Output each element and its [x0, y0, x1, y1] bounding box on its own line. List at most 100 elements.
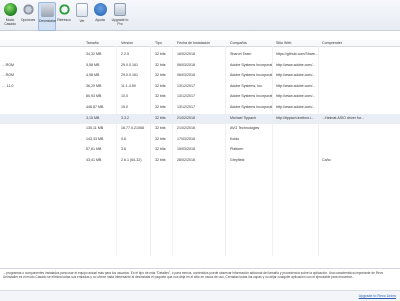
- cell-type: 32 bits: [155, 52, 166, 56]
- cell-size: 135,11 MB: [86, 126, 104, 131]
- table-row[interactable]: 135,11 MB 16.77.0.21068 32 bits 21/02/2018 A…: [0, 124, 400, 134]
- cell-version: 3.3.2: [121, 115, 129, 120]
- cell-type: 32 bits: [155, 136, 166, 141]
- cell-company: Greyfield: [230, 158, 245, 162]
- table-row[interactable]: …ROM 5,58 MB 29.0.0.161 32 bits 06/03/2018 Ad…: [0, 61, 400, 71]
- col-install-date[interactable]: Fecha de Instalación: [177, 41, 210, 45]
- upgrade-icon: [114, 3, 126, 16]
- upgrade-link[interactable]: Upgrade to Revo Unins: [359, 294, 396, 298]
- cell-date: 16/02/2018: [177, 52, 195, 56]
- cell-size: 446,87 MB: [86, 105, 104, 109]
- cell-size: 36,29 MB: [86, 83, 102, 88]
- cell-company: Adobe Systems Incorporate...: [230, 62, 272, 67]
- cell-version: 29.0.0.161: [121, 62, 138, 67]
- table-row[interactable]: … 11.0 36,29 MB 11.1.4.59 32 bits 13/12/2017…: [0, 82, 400, 92]
- cell-type: 32 bits: [155, 62, 166, 67]
- refresh-button[interactable]: Refresco: [56, 2, 72, 29]
- cell-type: 32 bits: [155, 83, 166, 88]
- view-button[interactable]: Ver: [74, 2, 90, 29]
- cell-date: 28/02/2018: [177, 158, 195, 162]
- cell-date: 21/02/2018: [177, 126, 195, 131]
- cell-company: Adobe Systems Incorporate...: [230, 73, 272, 78]
- cell-date: 13/12/2017: [177, 83, 195, 88]
- refresh-label: Refresco: [57, 18, 71, 22]
- col-type[interactable]: Tipo: [155, 41, 162, 45]
- cell-company: Platform: [230, 147, 244, 152]
- col-company[interactable]: Compañía: [230, 41, 247, 45]
- table-header: Tamaño Version Tipo Fecha de Instalación…: [0, 40, 400, 47]
- mode-casado-button[interactable]: Modo Casado: [2, 2, 18, 29]
- options-label: Opciones: [20, 18, 36, 22]
- cell-date: 17/03/2018: [177, 136, 195, 141]
- col-comment[interactable]: Comprender: [322, 41, 342, 45]
- table-row[interactable]: …ROM 4,98 MB 29.0.0.161 32 bits 06/03/2018 Ad…: [0, 71, 400, 81]
- cell-date: 13/12/2017: [177, 94, 195, 99]
- cell-type: 32 bits: [155, 94, 166, 99]
- uninstall-icon: [40, 4, 54, 17]
- col-version[interactable]: Version: [121, 41, 133, 45]
- mode-casado-label: Modo Casado: [4, 18, 16, 26]
- cell-website: http://www.adobe.com/...: [276, 83, 316, 88]
- cell-size: 143,33 MB: [86, 136, 104, 141]
- upgrade-label: Upgrade to Pro: [111, 18, 129, 26]
- cell-date: 13/12/2017: [177, 105, 195, 109]
- table-row[interactable]: 80,93 MB 10.0 32 bits 13/12/2017 Adobe Syste…: [0, 92, 400, 102]
- cell-website: http://www.adobe.com/...: [276, 105, 316, 109]
- help-button[interactable]: Ayuda: [92, 2, 108, 29]
- cell-date: 15/03/2018: [177, 147, 195, 152]
- cell-version: 2.6.1 (64-32): [121, 158, 142, 162]
- cell-version: 3.6: [121, 147, 126, 152]
- cell-type: 32 bits: [155, 115, 166, 120]
- cell-website: https://github.com/Share...: [276, 52, 318, 56]
- col-website[interactable]: Sitio Web: [276, 41, 291, 45]
- cell-website: http://www.adobe.com/...: [276, 94, 316, 99]
- cell-extra: ...Heimat.ASIO driver for...: [322, 115, 364, 120]
- cell-type: 32 bits: [155, 158, 166, 162]
- help-icon: [93, 3, 107, 16]
- cell-company: Adobe Systems Incorporate...: [230, 105, 272, 109]
- table-row[interactable]: 57,61 MB 3.6 32 bits 15/03/2018 Platform: [0, 145, 400, 155]
- table-row[interactable]: 34,32 MB 2.2.5 32 bits 16/02/2018 Sharon Tea…: [0, 50, 400, 60]
- cell-type: 32 bits: [155, 147, 166, 152]
- uninstall-label: Desinstalar: [39, 19, 56, 23]
- cell-size: 80,93 MB: [86, 94, 102, 99]
- cell-name: …ROM: [2, 73, 14, 78]
- help-label: Ayuda: [95, 18, 105, 22]
- cell-company: Michael Tippach: [230, 115, 256, 120]
- cell-company: Sharon Team: [230, 52, 252, 56]
- cell-website: http://tippach.inetbox.i...: [276, 115, 314, 120]
- cell-size: 3,15 MB: [86, 115, 100, 120]
- file-icon: [76, 3, 88, 17]
- col-size[interactable]: Tamaño: [86, 41, 99, 45]
- refresh-icon: [57, 3, 71, 16]
- cell-date: 21/02/2018: [177, 115, 195, 120]
- cell-date: 06/03/2018: [177, 73, 195, 78]
- cell-website: http://www.adobe.com/...: [276, 73, 316, 78]
- cell-version: 2.2.5: [121, 52, 129, 56]
- cell-date: 06/03/2018: [177, 62, 195, 67]
- cell-name: … 11.0: [2, 83, 14, 88]
- view-label: Ver: [79, 19, 85, 23]
- cell-size: 34,32 MB: [86, 52, 102, 56]
- table-row[interactable]: 3,15 MB 3.3.2 32 bits 21/02/2018 Michael Tip…: [0, 113, 400, 124]
- uninstall-button[interactable]: Desinstalar: [38, 2, 56, 31]
- options-button[interactable]: Opciones: [20, 2, 36, 29]
- cell-type: 32 bits: [155, 73, 166, 78]
- cell-website: http://www.adobe.com/...: [276, 62, 316, 67]
- description-panel: …programas o componentes instalados para…: [0, 268, 400, 290]
- globe-icon: [3, 3, 17, 16]
- cell-company: Koldo: [230, 136, 240, 141]
- cell-version: 29.0.0.161: [121, 73, 138, 78]
- cell-company: AVG Technologies: [230, 126, 260, 131]
- cell-version: 10.0: [121, 94, 128, 99]
- cell-size: 4,98 MB: [86, 73, 100, 78]
- cell-size: 57,61 MB: [86, 147, 102, 152]
- table-row[interactable]: 446,87 MB 15.0 32 bits 13/12/2017 Adobe Syst…: [0, 103, 400, 113]
- description-text: …programas o componentes instalados para…: [3, 271, 384, 280]
- table-row[interactable]: 43,41 MB 2.6.1 (64-32) 32 bits 28/02/2018 Gr…: [0, 156, 400, 166]
- cell-version: 11.1.4.59: [121, 83, 136, 88]
- table-row[interactable]: 143,33 MB 0.6 32 bits 17/03/2018 Koldo: [0, 135, 400, 145]
- upgrade-button[interactable]: Upgrade to Pro: [110, 2, 130, 29]
- toolbar: Modo Casado Opciones Desinstalar Refresc…: [0, 0, 400, 31]
- cell-name: …ROM: [2, 62, 14, 67]
